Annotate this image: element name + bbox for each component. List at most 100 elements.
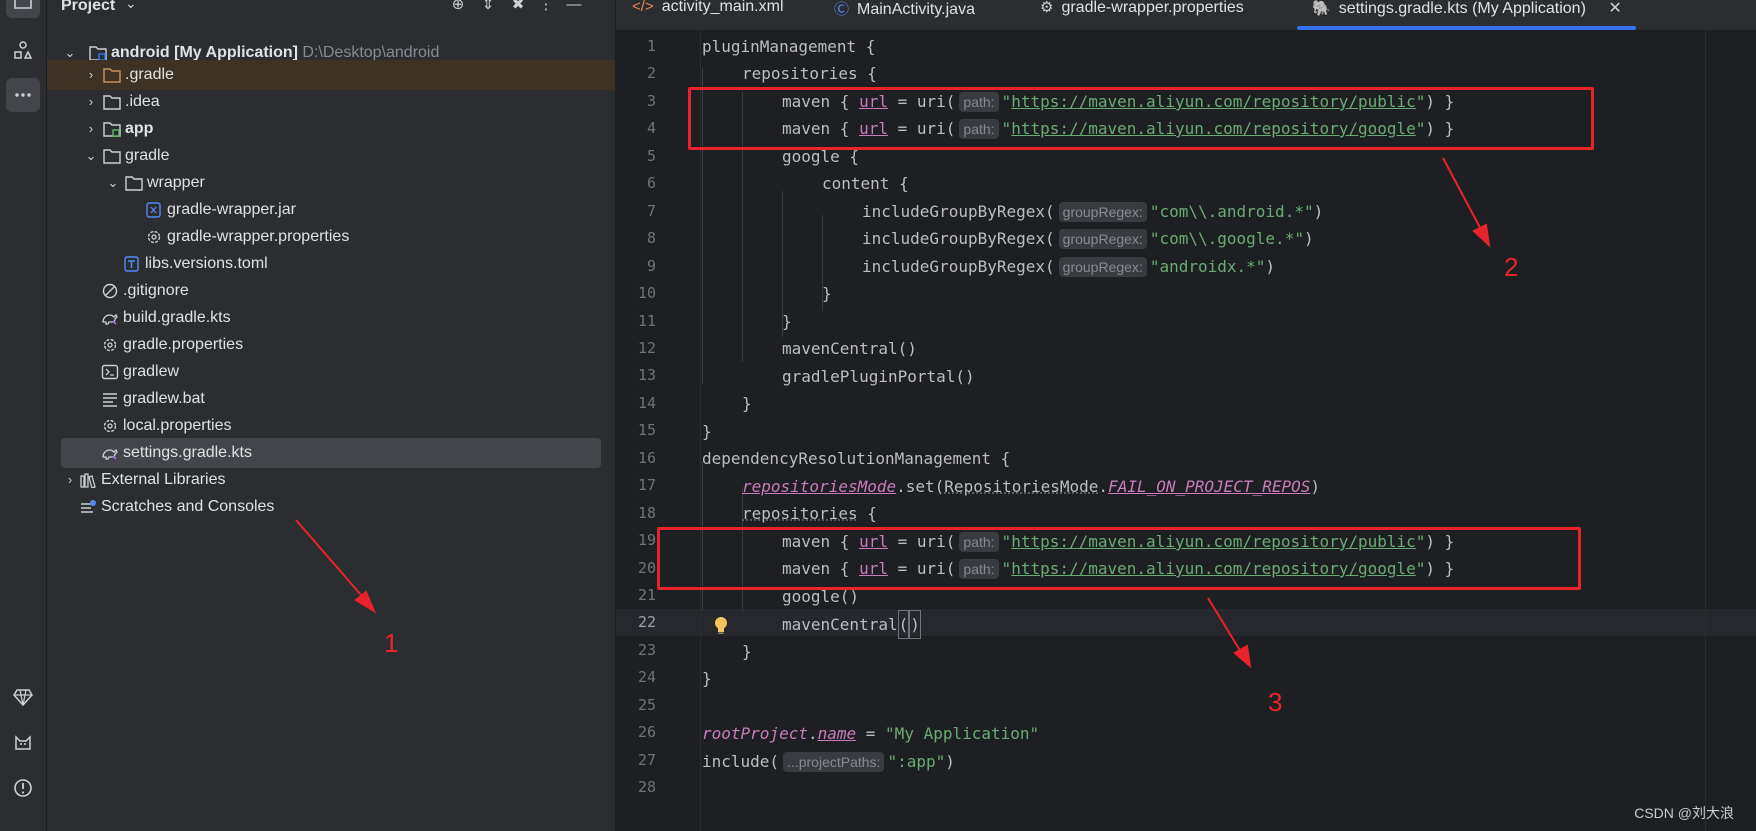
gear-icon [103,419,117,433]
code-text: repositories { [742,64,877,83]
gear-icon [103,338,117,352]
chevron-right-icon[interactable]: › [63,465,77,495]
code-text: = [856,724,886,743]
code-string: "androidx.*" [1149,257,1266,276]
tree-item-gradlew[interactable]: gradlew [47,357,615,387]
tab-mainactivity-java[interactable]: Ⓒ MainActivity.java [834,0,975,26]
editor-tab-bar: </> activity_main.xml Ⓒ MainActivity.java … [616,0,1756,31]
jar-icon [146,202,161,218]
inlay-hint: ...projectPaths: [783,752,885,772]
class-icon: Ⓒ [834,1,850,18]
tree-item-settings-gradle-kts[interactable]: settings.gradle.kts [61,438,601,468]
chevron-down-icon[interactable]: ⌄ [106,168,120,198]
lightbulb-icon[interactable] [712,615,730,635]
tree-item-gradle-wrapper-jar[interactable]: gradle-wrapper.jar [47,195,615,225]
code-line-15: } [702,418,712,445]
annotation-box-2 [688,87,1594,150]
tree-item-label: settings.gradle.kts [123,444,252,461]
watermark: CSDN @刘大浪 [1634,805,1734,821]
chevron-right-icon[interactable]: › [84,87,98,117]
gem-icon[interactable] [6,680,40,714]
code-editor[interactable]: 1 2 3 4 5 6 7 8 9 10 11 12 13 14 15 16 17 18 19 20 21 22 23 24 2… [616,31,1756,831]
gutter-divider [700,31,701,831]
project-panel-title[interactable]: Project [61,0,115,15]
tab-gradle-wrapper-properties[interactable]: ⚙ gradle-wrapper.properties [1040,0,1244,26]
code-line-6: content { [822,170,909,197]
chevron-down-icon[interactable]: ⌄ [125,0,137,12]
line-number: 9 [646,257,656,275]
folder-icon [103,149,121,164]
tree-item-gradlew-bat[interactable]: gradlew.bat [47,384,615,414]
line-number: 14 [637,394,656,412]
gradle-icon: 🐘 [1312,0,1331,17]
line-number-gutter: 1 2 3 4 5 6 7 8 9 10 11 12 13 14 15 16 17 18 19 20 21 22 23 24 2… [616,31,701,831]
tree-item-gradle-wrapper-properties[interactable]: gradle-wrapper.properties [47,222,615,252]
line-number: 23 [637,641,656,659]
tree-item-scratches[interactable]: Scratches and Consoles [47,492,615,522]
code-text: includeGroupByRegex( [862,202,1055,221]
text-lines-icon [103,393,117,407]
problems-icon[interactable] [6,771,40,805]
expand-all-icon[interactable]: ⇕ [479,0,497,14]
tree-item-app[interactable]: › app [47,114,615,144]
locate-icon[interactable]: ⊕ [449,0,467,14]
chevron-right-icon[interactable]: › [84,114,98,144]
line-number: 4 [646,119,656,137]
folder-icon[interactable] [6,0,40,18]
code-line-16: dependencyResolutionManagement { [702,445,1010,472]
folder-icon [125,176,143,191]
line-number: 19 [637,531,656,549]
minimize-icon[interactable]: — [565,0,583,14]
code-text: mavenCentral() [782,339,917,358]
code-text: ) [945,752,955,771]
tree-item-gradle[interactable]: ⌄ gradle [47,141,615,171]
tab-activity-main-xml[interactable]: </> activity_main.xml [632,0,784,26]
tree-item-label: gradlew.bat [123,390,205,407]
options-icon[interactable]: ⋮ [537,0,555,14]
tab-settings-gradle-kts[interactable]: 🐘 settings.gradle.kts (My Application) ✕ [1312,0,1622,26]
code-text: include( [702,752,780,771]
chevron-down-icon[interactable]: ⌄ [84,141,98,171]
project-panel: Project ⌄ ⊕ ⇕ ✖ ⋮ — ⌄ android [My Applic… [47,0,615,831]
code-string: "com\\.android.*" [1149,202,1314,221]
tree-item-local-properties[interactable]: local.properties [47,411,615,441]
structure-icon[interactable] [6,33,40,67]
code-line-24: } [702,665,712,692]
code-string: "com\\.google.*" [1149,229,1304,248]
code-line-13: gradlePluginPortal() [782,363,975,390]
tree-item-gitignore[interactable]: .gitignore [47,276,615,306]
tree-item-gradle-properties[interactable]: gradle.properties [47,330,615,360]
code-text: } [702,422,712,441]
line-number: 24 [637,668,656,686]
tree-item-label: Scratches and Consoles [101,498,275,515]
chevron-right-icon[interactable]: › [84,60,98,90]
line-number: 20 [637,559,656,577]
tree-item-wrapper[interactable]: ⌄ wrapper [47,168,615,198]
inlay-hint: groupRegex: [1058,229,1147,249]
active-tab-indicator [1297,26,1636,30]
line-number: 25 [637,696,656,714]
library-icon [80,473,96,488]
line-number: 6 [646,174,656,192]
code-line-1: pluginManagement { [702,33,875,60]
code-line-10: } [822,280,832,307]
code-text: repositories [742,504,858,523]
code-property: name [817,724,857,743]
more-icon[interactable] [6,78,40,112]
tree-item-external-libraries[interactable]: › External Libraries [47,465,615,495]
cat-icon[interactable] [6,725,40,759]
tree-item-dot-gradle[interactable]: › .gradle [47,60,615,90]
code-line-2: repositories { [742,60,877,87]
tree-item-idea[interactable]: › .idea [47,87,615,117]
line-number: 15 [637,421,656,439]
tree-item-build-gradle-kts[interactable]: build.gradle.kts [47,303,615,333]
tree-item-libs-versions-toml[interactable]: libs.versions.toml [47,249,615,279]
code-property: FAIL_ON_PROJECT_REPOS [1108,477,1311,496]
tab-label: gradle-wrapper.properties [1061,0,1244,16]
project-panel-header: Project ⌄ ⊕ ⇕ ✖ ⋮ — [47,0,615,16]
collapse-all-icon[interactable]: ✖ [509,0,527,14]
tree-item-label: gradle-wrapper.properties [167,228,350,245]
inlay-hint: groupRegex: [1058,202,1147,222]
line-number: 16 [637,449,656,467]
close-icon[interactable]: ✕ [1608,0,1621,17]
